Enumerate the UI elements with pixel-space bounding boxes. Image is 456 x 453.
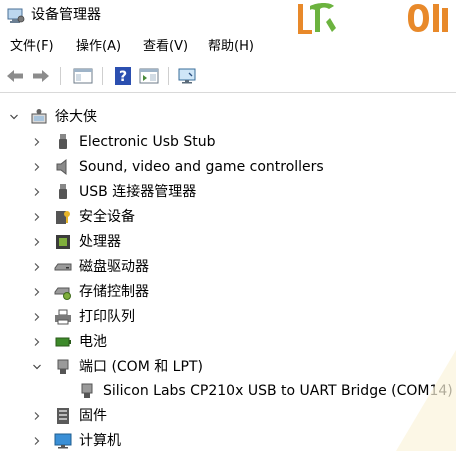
arrow-right-icon <box>33 70 49 82</box>
chevron-right-icon[interactable] <box>32 436 42 446</box>
tree-item-label: 电池 <box>79 334 107 350</box>
tree-item-storage-controllers[interactable]: 存储控制器 <box>0 280 456 304</box>
chevron-right-icon[interactable] <box>32 262 42 272</box>
menu-view[interactable]: 查看(V) <box>143 38 188 56</box>
chevron-right-icon[interactable] <box>32 312 42 322</box>
tree-item-label: 存储控制器 <box>79 284 149 300</box>
tree-item-label: 固件 <box>79 408 107 424</box>
printer-icon <box>55 309 71 325</box>
tree-root-label: 徐大侠 <box>55 109 97 125</box>
chevron-down-icon[interactable] <box>9 112 19 122</box>
tree-root[interactable]: 徐大侠 <box>0 105 456 129</box>
menu-bar: 文件(F) 操作(A) 查看(V) 帮助(H) <box>0 36 456 58</box>
toolbar: ? <box>0 62 456 90</box>
arrow-left-icon <box>7 70 23 82</box>
processor-icon <box>56 235 70 249</box>
usb-plug-icon <box>59 184 67 199</box>
usb-plug-icon <box>59 134 67 149</box>
menu-file[interactable]: 文件(F) <box>10 38 54 56</box>
disk-drive-icon <box>54 263 72 271</box>
tree-item-label: Sound, video and game controllers <box>79 159 324 175</box>
chevron-right-icon[interactable] <box>32 212 42 222</box>
tree-item-label: 磁盘驱动器 <box>79 259 149 275</box>
tree-item-usb-connector-manager[interactable]: USB 连接器管理器 <box>0 180 456 204</box>
tree-item-label: Electronic Usb Stub <box>79 134 216 150</box>
help-icon: ? <box>115 67 131 85</box>
menu-help[interactable]: 帮助(H) <box>208 38 254 56</box>
tree-item-label: 处理器 <box>79 234 121 250</box>
monitor-icon <box>54 433 72 449</box>
monitor-icon <box>178 68 196 84</box>
toolbar-divider <box>0 92 456 93</box>
tree-item-processors[interactable]: 处理器 <box>0 230 456 254</box>
firmware-icon <box>57 408 69 424</box>
console-tree-icon <box>73 68 93 84</box>
scan-hardware-button[interactable] <box>176 65 198 87</box>
chevron-down-icon[interactable] <box>32 362 42 372</box>
chevron-right-icon[interactable] <box>32 162 42 172</box>
chevron-right-icon[interactable] <box>32 287 42 297</box>
svg-text:?: ? <box>119 69 127 85</box>
battery-icon <box>55 337 71 347</box>
console-tree-button[interactable] <box>72 65 94 87</box>
tree-item-label: 打印队列 <box>79 309 135 325</box>
back-button[interactable] <box>4 65 26 87</box>
tree-item-electronic-usb-stub[interactable]: Electronic Usb Stub <box>0 130 456 154</box>
speaker-icon <box>56 158 67 176</box>
toolbar-separator <box>102 67 103 85</box>
tree-item-label: 计算机 <box>79 433 121 449</box>
toolbar-separator <box>168 67 169 85</box>
device-manager-icon <box>7 8 25 23</box>
forward-button[interactable] <box>30 65 52 87</box>
tree-item-security-devices[interactable]: 安全设备 <box>0 205 456 229</box>
computer-user-icon <box>31 109 47 124</box>
chevron-right-icon[interactable] <box>32 187 42 197</box>
decorative-wedge <box>396 350 456 451</box>
menu-action[interactable]: 操作(A) <box>76 38 121 56</box>
port-icon <box>57 359 69 374</box>
chevron-right-icon[interactable] <box>32 137 42 147</box>
chevron-right-icon[interactable] <box>32 337 42 347</box>
chevron-right-icon[interactable] <box>32 237 42 247</box>
tree-item-label: 端口 (COM 和 LPT) <box>79 359 203 375</box>
tree-item-label: USB 连接器管理器 <box>79 184 197 200</box>
tree-item-sound-video-game[interactable]: Sound, video and game controllers <box>0 155 456 179</box>
properties-button[interactable] <box>138 65 160 87</box>
tree-item-print-queues[interactable]: 打印队列 <box>0 305 456 329</box>
toolbar-separator <box>60 67 61 85</box>
properties-icon <box>139 68 159 84</box>
window-title: 设备管理器 <box>31 7 101 23</box>
chevron-right-icon[interactable] <box>32 411 42 421</box>
tree-item-label: 安全设备 <box>79 209 135 225</box>
security-key-icon <box>56 211 70 224</box>
help-button[interactable]: ? <box>112 65 134 87</box>
tree-item-disk-drives[interactable]: 磁盘驱动器 <box>0 255 456 279</box>
port-icon <box>81 383 93 398</box>
storage-controller-icon <box>54 287 71 300</box>
brand-logo <box>298 3 448 34</box>
